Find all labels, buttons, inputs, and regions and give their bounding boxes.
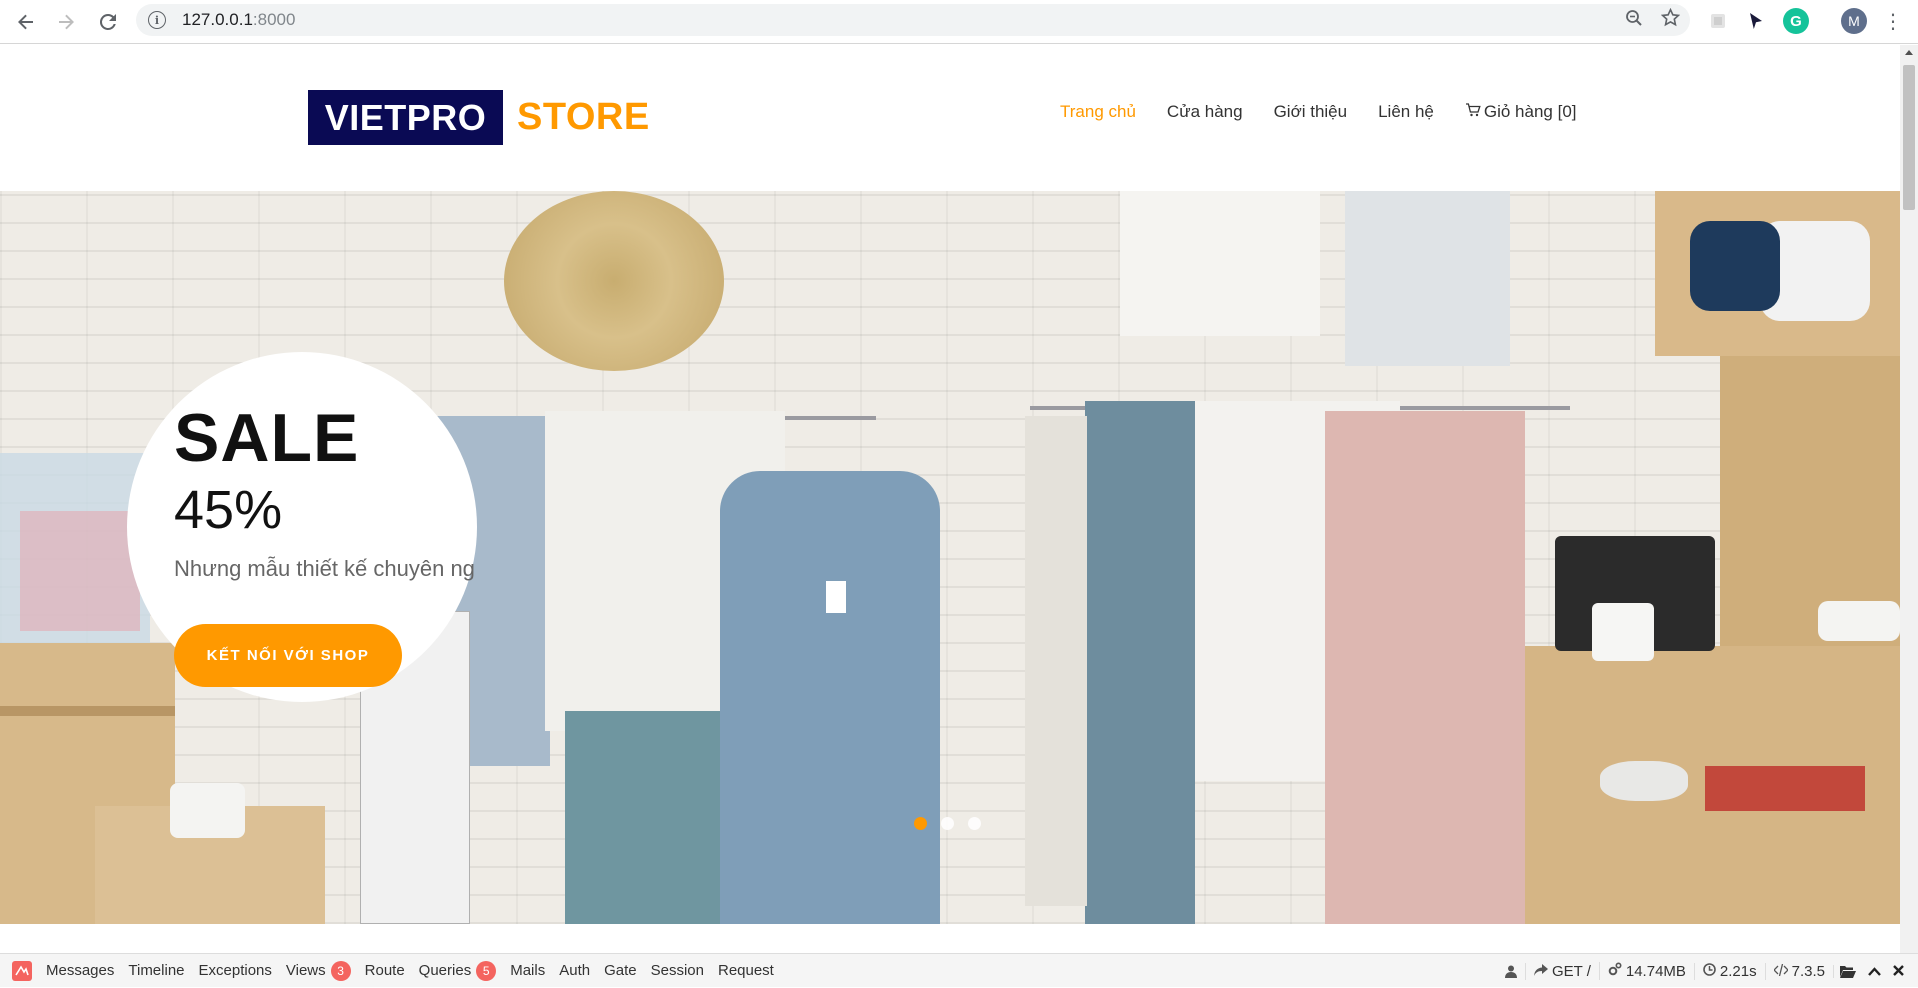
user-icon[interactable] [1497,965,1525,978]
queries-count-badge: 5 [476,960,497,981]
nav-cart-label: Giỏ hàng [0] [1483,102,1577,121]
debugbar-tab-label: Auth [559,962,591,979]
debugbar-tab-label: Route [364,962,405,979]
folder-open-icon[interactable] [1833,964,1862,978]
scroll-thumb[interactable] [1903,65,1915,210]
url-host: 127.0.0.1 [182,10,253,29]
php-version-value: 7.3.5 [1791,962,1825,980]
memory-usage[interactable]: 14.74MB [1598,962,1694,980]
slider-dot-2[interactable] [941,817,954,830]
debugbar-tab-label: Views [285,962,326,979]
connect-shop-button[interactable]: KẾT NỐI VỚI SHOP [174,624,402,687]
debugbar-stats: GET / 14.74MB 2.21s 7.3.5 [1497,954,1910,988]
request-duration[interactable]: 2.21s [1693,962,1765,980]
sale-percent: 45% [174,480,283,540]
debugbar: Messages Timeline Exceptions Views 3 Rout… [0,953,1918,987]
logo-accent: STORE [517,96,650,138]
nav-about[interactable]: Giới thiệu [1274,102,1348,122]
sale-subtitle: Nhưng mẫu thiết kế chuyên nghiệp [174,556,474,581]
debugbar-tab-mails[interactable]: Mails [510,962,545,979]
chevron-up-icon[interactable] [1862,963,1887,980]
debugbar-tab-exceptions[interactable]: Exceptions [199,962,272,979]
address-bar[interactable]: i 127.0.0.1:8000 [136,4,1690,36]
duration-value: 2.21s [1719,962,1757,980]
debugbar-tab-messages[interactable]: Messages [46,962,114,979]
clock-icon [1703,962,1716,980]
site-logo[interactable]: VIETPRO STORE [308,90,650,145]
sale-title: SALE [174,400,360,476]
cursor-extension-icon[interactable] [1743,8,1769,34]
close-icon[interactable] [1887,963,1910,980]
debugbar-tab-timeline[interactable]: Timeline [128,962,184,979]
page-scrollbar[interactable] [1900,45,1918,953]
nav-home[interactable]: Trang chủ [1060,102,1136,122]
code-icon [1772,963,1789,980]
scroll-up-icon[interactable] [1905,50,1913,55]
request-method[interactable]: GET / [1524,962,1599,980]
views-count-badge: 3 [330,960,351,981]
cogs-icon [1608,962,1622,980]
php-version[interactable]: 7.3.5 [1764,962,1833,980]
reload-icon[interactable] [90,4,126,40]
debugbar-tab-label: Queries [418,962,472,979]
debugbar-tab-views[interactable]: Views 3 [285,960,351,981]
debugbar-tab-session[interactable]: Session [651,962,704,979]
debugbar-tab-label: Gate [604,962,637,979]
debugbar-tab-label: Exceptions [198,962,272,979]
nav-cart[interactable]: Giỏ hàng [0] [1465,102,1577,122]
profile-avatar[interactable]: M [1841,8,1867,34]
url-text: 127.0.0.1:8000 [182,10,295,30]
debugbar-tab-label: Request [717,962,774,979]
debugbar-tab-label: Mails [510,962,546,979]
site-header: VIETPRO STORE Trang chủ Cửa hàng Giới th… [0,45,1900,191]
bookmark-star-icon[interactable] [1660,7,1681,32]
logo-main: VIETPRO [308,90,503,145]
cart-icon [1465,102,1481,122]
debugbar-tab-label: Messages [46,962,115,979]
slider-dots [914,817,981,830]
debugbar-logo-icon[interactable] [8,954,36,988]
request-method-label: GET / [1551,962,1591,980]
debugbar-tab-label: Session [650,962,704,979]
url-port: :8000 [252,10,296,29]
slider-dot-1[interactable] [914,817,927,830]
grammarly-icon[interactable]: G [1783,8,1809,34]
slider-dot-3[interactable] [968,817,981,830]
site-info-icon[interactable]: i [148,11,166,29]
debugbar-tab-gate[interactable]: Gate [604,962,637,979]
debugbar-tab-auth[interactable]: Auth [559,962,590,979]
grammarly-letter: G [1790,12,1802,30]
nav-contact[interactable]: Liên hệ [1378,102,1434,122]
share-arrow-icon [1533,963,1548,980]
main-nav: Trang chủ Cửa hàng Giới thiệu Liên hệ Gi… [1060,102,1577,122]
browser-toolbar: i 127.0.0.1:8000 G M ⋮ [0,0,1918,44]
hero-slider: SALE 45% Nhưng mẫu thiết kế chuyên nghiệ… [0,191,1900,924]
extension-icon[interactable] [1705,8,1731,34]
zoom-icon[interactable] [1625,9,1643,32]
debugbar-tab-request[interactable]: Request [718,962,774,979]
back-arrow-icon[interactable] [8,4,44,40]
debugbar-tab-route[interactable]: Route [365,962,405,979]
profile-initial: M [1848,13,1860,29]
memory-value: 14.74MB [1625,962,1686,980]
more-menu-icon[interactable]: ⋮ [1880,8,1906,34]
debugbar-tab-label: Timeline [128,962,185,979]
debugbar-tab-queries[interactable]: Queries 5 [418,960,497,981]
forward-arrow-icon[interactable] [48,4,84,40]
nav-shop[interactable]: Cửa hàng [1167,102,1243,122]
